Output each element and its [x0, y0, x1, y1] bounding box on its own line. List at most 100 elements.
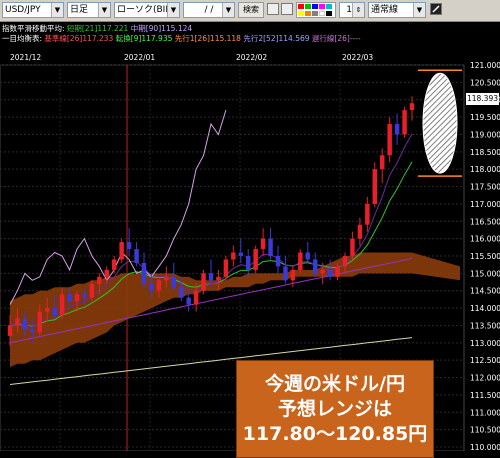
price-tick-label: 111.500	[470, 391, 500, 400]
candle-body	[379, 155, 385, 170]
color-swatch-blue[interactable]	[312, 4, 318, 9]
search-button[interactable]: 検索	[238, 2, 264, 18]
color-swatch-green[interactable]	[305, 4, 311, 9]
candle-body	[335, 266, 340, 277]
candle-body	[357, 224, 363, 239]
color-swatch-white[interactable]	[319, 11, 325, 16]
candle-body	[245, 256, 251, 270]
candle-body	[134, 249, 139, 263]
candle-body	[394, 124, 400, 135]
candle-body	[15, 318, 20, 326]
price-tick-label: 114.500	[470, 287, 500, 296]
price-tick-label: 120.500	[470, 78, 500, 87]
price-tick-label: 118.000	[470, 165, 500, 174]
candle-body	[342, 256, 348, 267]
candle-body	[22, 318, 28, 329]
chevron-down-icon: ▼	[167, 3, 179, 17]
forecast-range	[418, 69, 462, 177]
price-tick-label: 116.000	[470, 235, 500, 244]
candle-body	[260, 238, 266, 250]
candle-body	[320, 269, 325, 274]
color-swatch-magenta[interactable]	[319, 4, 325, 9]
candle-body	[238, 252, 244, 256]
toolbar: USD/JPY ▼ 日足 ▼ ローソク(BID) ▼ / / ▼ 検索 1 ⇕ …	[0, 0, 500, 22]
color-swatch-orange[interactable]	[305, 11, 311, 16]
candle-body	[268, 238, 273, 256]
candle-body	[119, 242, 124, 260]
candle-body	[305, 252, 311, 260]
price-tick-label: 119.000	[470, 130, 500, 139]
candle-body	[365, 203, 370, 225]
candle-body	[223, 259, 229, 277]
candle-body	[171, 276, 177, 288]
price-tick-label: 110.000	[470, 443, 500, 451]
date-input-value: / /	[204, 5, 214, 15]
price-tick-label: 112.000	[470, 374, 500, 383]
color-swatch-cyan[interactable]	[326, 4, 332, 9]
forecast-line-3: 117.80〜120.85円	[242, 422, 428, 445]
candle-body	[350, 238, 355, 256]
forecast-line-2: 予想レンジは	[277, 397, 392, 420]
currency-pair-select[interactable]: USD/JPY ▼	[2, 2, 64, 18]
chevron-down-icon: ▼	[51, 3, 63, 17]
price-tick-label: 112.500	[470, 356, 500, 365]
candle-body	[52, 308, 57, 316]
color-swatch-yellow[interactable]	[298, 11, 304, 16]
candle-body	[275, 256, 281, 267]
candle-body	[178, 287, 184, 298]
price-tick-label: 118.500	[470, 148, 500, 157]
price-tick-label: 113.000	[470, 339, 500, 348]
price-tick-label: 119.500	[470, 113, 500, 122]
candle-body	[37, 311, 43, 333]
candle-body	[126, 242, 132, 250]
chevron-down-icon: ▼	[98, 3, 110, 17]
price-axis: 121.000120.500120.000119.500119.000118.5…	[470, 61, 500, 451]
price-tick-label: 111.000	[470, 408, 500, 417]
candle-body	[164, 276, 169, 281]
candle-body	[312, 259, 318, 274]
candle-body	[7, 325, 13, 336]
color-swatch-gray[interactable]	[312, 11, 318, 16]
color-palette[interactable]	[296, 2, 336, 18]
price-tick-label: 116.500	[470, 217, 500, 226]
candle-body	[387, 124, 392, 156]
candle-body	[290, 269, 296, 281]
price-type-select[interactable]: ローソク(BID) ▼	[114, 2, 180, 18]
candle-body	[216, 276, 221, 281]
price-tick-label: 115.000	[470, 269, 500, 278]
price-tick-label: 113.500	[470, 321, 500, 330]
currency-pair-value: USD/JPY	[5, 5, 41, 15]
candle-body	[97, 276, 102, 284]
price-tick-label: 121.000	[470, 61, 500, 70]
pen-icon[interactable]	[430, 3, 442, 15]
timeframe-value: 日足	[70, 5, 89, 15]
price-tick-label: 117.000	[470, 200, 500, 209]
chevron-down-icon: ▼	[222, 3, 234, 17]
candle-body	[59, 294, 65, 316]
line-width-stepper[interactable]: 1 ⇕	[339, 2, 365, 18]
color-swatch-red[interactable]	[298, 4, 304, 9]
candle-body	[74, 294, 80, 302]
color-swatch-black[interactable]	[326, 11, 332, 16]
timeframe-select[interactable]: 日足 ▼	[67, 2, 111, 18]
candle-body	[89, 283, 95, 298]
candle-body	[409, 103, 415, 111]
line-style-value: 通常線	[371, 5, 399, 15]
candle-body	[231, 252, 236, 260]
price-tick-label: 115.500	[470, 252, 500, 261]
candle-body	[402, 110, 407, 135]
line-icon[interactable]	[281, 3, 293, 15]
price-chart: 指数平滑移動平均: 短期[21]117.221 中期[90]115.124 一目…	[0, 22, 500, 458]
candle-body	[327, 269, 333, 277]
chart-type-icon[interactable]	[267, 3, 279, 15]
candle-body	[283, 266, 288, 281]
candle-body	[82, 294, 87, 298]
stepper-arrows-icon: ⇕	[352, 3, 364, 17]
forecast-line-1: 今週の米ドル/円	[265, 372, 405, 395]
line-style-select[interactable]: 通常線 ▼	[368, 2, 426, 18]
date-input[interactable]: / / ▼	[183, 2, 235, 18]
price-tick-label: 117.500	[470, 183, 500, 192]
search-button-label: 検索	[243, 5, 259, 14]
candle-body	[141, 262, 147, 284]
candle-body	[149, 283, 154, 291]
